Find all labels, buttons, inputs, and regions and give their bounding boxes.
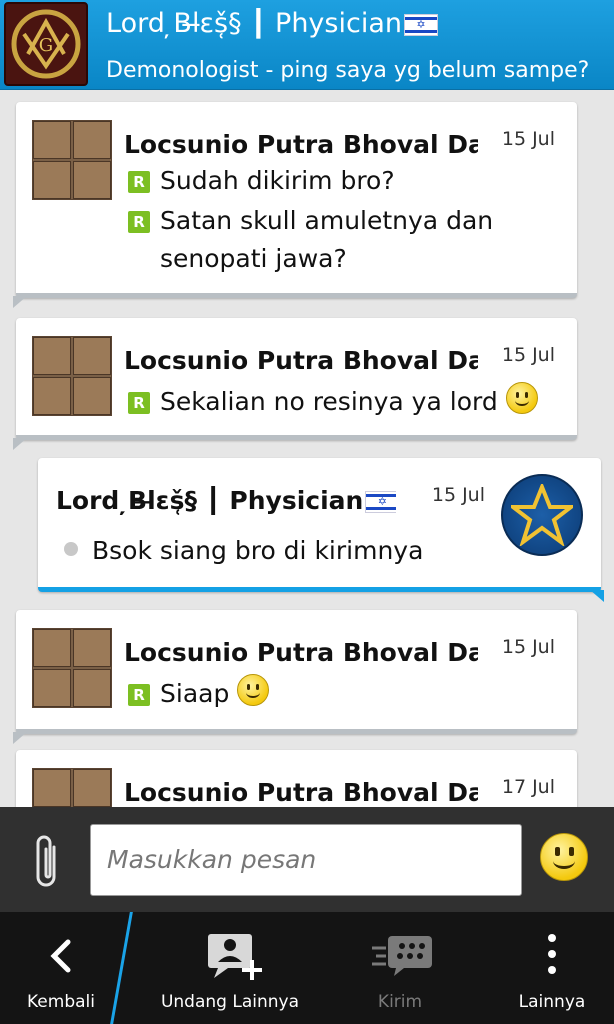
message-time: 15 Jul: [501, 128, 555, 150]
back-button[interactable]: Kembali: [0, 912, 122, 1024]
pentagram-icon: [511, 484, 573, 546]
message-time: 15 Jul: [431, 484, 485, 506]
message-text: R Sudah dikirim bro?: [128, 166, 395, 195]
message-time: 17 Jul: [501, 776, 555, 798]
own-avatar: [501, 474, 583, 556]
invite-contact-icon: [208, 934, 262, 980]
sender-name: Locsunio Putra Bhoval Dae: [124, 130, 478, 159]
sender-name: Lord ̦Bl̶ɛš̜§ ┃ Physician ✡: [56, 486, 396, 515]
message-text: R Satan skull amuletnya dan: [128, 206, 493, 235]
back-chevron-icon: [50, 939, 71, 973]
sender-avatar: [32, 120, 112, 200]
chat-header[interactable]: G Lord ̦Bl̶ɛš̜§ ┃ Physician ✡ Demonologis…: [0, 0, 614, 90]
overflow-menu-icon: [548, 934, 556, 974]
read-receipt-icon: R: [128, 211, 150, 233]
sender-avatar: [32, 336, 112, 416]
emoji-picker-icon[interactable]: [540, 833, 588, 881]
message-bubble[interactable]: Locsunio Putra Bhoval Dae 15 Jul R Siaap: [13, 610, 577, 744]
message-bubble[interactable]: Locsunio Putra Bhoval Dae 15 Jul R Sekali…: [13, 318, 577, 450]
message-time: 15 Jul: [501, 344, 555, 366]
sender-name: Locsunio Putra Bhoval Dae: [124, 346, 478, 375]
action-bar: Kembali Undang Lainnya Kirim Lainnya: [0, 912, 614, 1024]
israel-flag-icon: ✡: [404, 13, 438, 36]
message-text: R Sekalian no resinya ya lord: [128, 382, 538, 416]
sender-name: Locsunio Putra Bhoval Dae: [124, 638, 478, 667]
read-receipt-icon: R: [128, 392, 150, 414]
contact-status: Demonologist - ping saya yg belum sampe?: [106, 58, 590, 83]
smiley-icon: [237, 674, 270, 706]
sender-avatar: [32, 628, 112, 708]
bbm-send-icon: [372, 936, 432, 976]
israel-flag-icon: ✡: [365, 491, 396, 513]
message-text: R Siaap: [128, 674, 270, 708]
paperclip-icon[interactable]: [26, 831, 66, 895]
invite-button[interactable]: Undang Lainnya: [150, 912, 310, 1024]
message-text: Bsok siang bro di kirimnya: [64, 536, 423, 565]
more-button[interactable]: Lainnya: [490, 912, 614, 1024]
message-bubble[interactable]: Locsunio Putra Bhoval Dae 15 Jul R Sudah …: [13, 102, 577, 308]
message-bubble-outgoing[interactable]: Lord ̦Bl̶ɛš̜§ ┃ Physician ✡ 15 Jul Bsok s…: [38, 458, 604, 602]
message-composer: Masukkan pesan: [0, 807, 614, 912]
read-receipt-icon: R: [128, 171, 150, 193]
message-input[interactable]: Masukkan pesan: [90, 824, 522, 896]
message-text: senopati jawa?: [160, 244, 347, 273]
read-receipt-icon: R: [128, 684, 150, 706]
delivery-status-icon: [64, 542, 78, 556]
contact-name-text: Lord ̦Bl̶ɛš̜§ ┃ Physician: [106, 8, 402, 39]
sender-name: Locsunio Putra Bhoval Dae: [124, 778, 478, 807]
smiley-icon: [505, 382, 538, 414]
contact-avatar[interactable]: G: [4, 2, 88, 86]
contact-name: Lord ̦Bl̶ɛš̜§ ┃ Physician ✡: [106, 8, 606, 39]
svg-text:G: G: [39, 35, 53, 56]
send-button[interactable]: Kirim: [330, 912, 470, 1024]
message-time: 15 Jul: [501, 636, 555, 658]
